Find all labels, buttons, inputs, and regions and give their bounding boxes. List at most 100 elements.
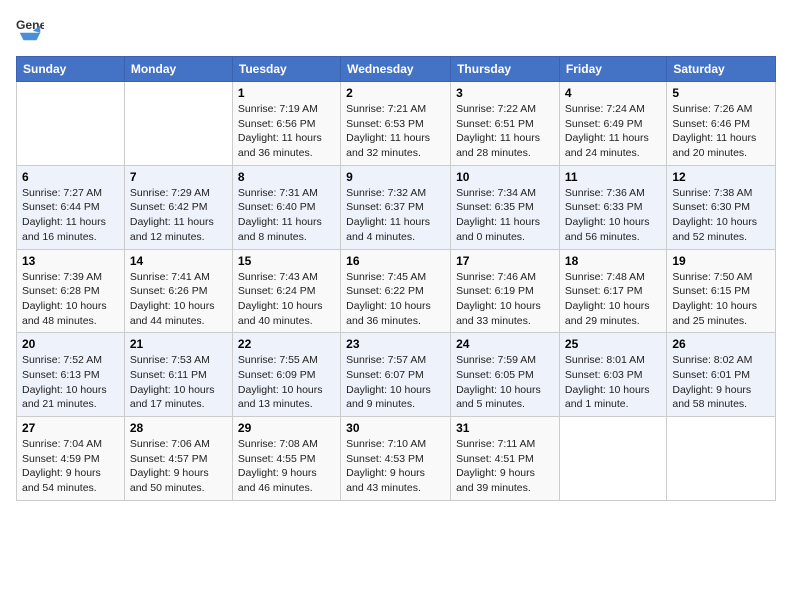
calendar-cell: 4Sunrise: 7:24 AM Sunset: 6:49 PM Daylig… xyxy=(559,82,666,166)
day-info: Sunrise: 7:06 AM Sunset: 4:57 PM Dayligh… xyxy=(130,437,227,496)
day-number: 17 xyxy=(456,254,554,268)
day-number: 25 xyxy=(565,337,661,351)
day-number: 6 xyxy=(22,170,119,184)
day-info: Sunrise: 7:36 AM Sunset: 6:33 PM Dayligh… xyxy=(565,186,661,245)
logo: General xyxy=(16,16,48,44)
calendar-cell: 26 Sunrise: 8:02 AM Sunset: 6:01 PM Dayli… xyxy=(667,333,776,417)
day-number: 31 xyxy=(456,421,554,435)
calendar-cell: 8 Sunrise: 7:31 AM Sunset: 6:40 PM Daylig… xyxy=(232,165,340,249)
page-header: General xyxy=(16,16,776,44)
calendar-cell: 19 Sunrise: 7:50 AM Sunset: 6:15 PM Dayli… xyxy=(667,249,776,333)
day-number: 2 xyxy=(346,86,445,100)
day-number: 28 xyxy=(130,421,227,435)
calendar-cell: 9 Sunrise: 7:32 AM Sunset: 6:37 PM Daylig… xyxy=(341,165,451,249)
calendar-cell: 3Sunrise: 7:22 AM Sunset: 6:51 PM Daylig… xyxy=(451,82,560,166)
day-info: Sunrise: 7:50 AM Sunset: 6:15 PM Dayligh… xyxy=(672,270,770,329)
day-number: 13 xyxy=(22,254,119,268)
day-number: 5 xyxy=(672,86,770,100)
calendar-cell xyxy=(124,82,232,166)
calendar-cell: 21 Sunrise: 7:53 AM Sunset: 6:11 PM Dayli… xyxy=(124,333,232,417)
calendar-cell: 6 Sunrise: 7:27 AM Sunset: 6:44 PM Daylig… xyxy=(17,165,125,249)
day-number: 15 xyxy=(238,254,335,268)
day-info: Sunrise: 7:43 AM Sunset: 6:24 PM Dayligh… xyxy=(238,270,335,329)
calendar-week-row: 6 Sunrise: 7:27 AM Sunset: 6:44 PM Daylig… xyxy=(17,165,776,249)
day-info: Sunrise: 7:11 AM Sunset: 4:51 PM Dayligh… xyxy=(456,437,554,496)
calendar-cell: 30 Sunrise: 7:10 AM Sunset: 4:53 PM Dayli… xyxy=(341,417,451,501)
calendar-cell: 31 Sunrise: 7:11 AM Sunset: 4:51 PM Dayli… xyxy=(451,417,560,501)
weekday-header: Monday xyxy=(124,57,232,82)
day-info: Sunrise: 7:24 AM Sunset: 6:49 PM Dayligh… xyxy=(565,102,661,161)
calendar-week-row: 13 Sunrise: 7:39 AM Sunset: 6:28 PM Dayli… xyxy=(17,249,776,333)
calendar-cell: 17 Sunrise: 7:46 AM Sunset: 6:19 PM Dayli… xyxy=(451,249,560,333)
day-number: 7 xyxy=(130,170,227,184)
day-info: Sunrise: 7:55 AM Sunset: 6:09 PM Dayligh… xyxy=(238,353,335,412)
calendar-week-row: 20 Sunrise: 7:52 AM Sunset: 6:13 PM Dayli… xyxy=(17,333,776,417)
day-info: Sunrise: 7:53 AM Sunset: 6:11 PM Dayligh… xyxy=(130,353,227,412)
day-info: Sunrise: 7:08 AM Sunset: 4:55 PM Dayligh… xyxy=(238,437,335,496)
day-info: Sunrise: 7:45 AM Sunset: 6:22 PM Dayligh… xyxy=(346,270,445,329)
day-info: Sunrise: 7:48 AM Sunset: 6:17 PM Dayligh… xyxy=(565,270,661,329)
weekday-header: Friday xyxy=(559,57,666,82)
day-number: 27 xyxy=(22,421,119,435)
day-info: Sunrise: 7:31 AM Sunset: 6:40 PM Dayligh… xyxy=(238,186,335,245)
calendar-cell: 20 Sunrise: 7:52 AM Sunset: 6:13 PM Dayli… xyxy=(17,333,125,417)
calendar-cell: 22 Sunrise: 7:55 AM Sunset: 6:09 PM Dayli… xyxy=(232,333,340,417)
calendar-cell: 12Sunrise: 7:38 AM Sunset: 6:30 PM Dayli… xyxy=(667,165,776,249)
calendar-cell: 7 Sunrise: 7:29 AM Sunset: 6:42 PM Daylig… xyxy=(124,165,232,249)
calendar-cell xyxy=(17,82,125,166)
weekday-header: Wednesday xyxy=(341,57,451,82)
calendar-cell: 1 Sunrise: 7:19 AM Sunset: 6:56 PM Daylig… xyxy=(232,82,340,166)
day-number: 20 xyxy=(22,337,119,351)
day-info: Sunrise: 7:10 AM Sunset: 4:53 PM Dayligh… xyxy=(346,437,445,496)
day-info: Sunrise: 7:27 AM Sunset: 6:44 PM Dayligh… xyxy=(22,186,119,245)
day-number: 14 xyxy=(130,254,227,268)
day-info: Sunrise: 7:46 AM Sunset: 6:19 PM Dayligh… xyxy=(456,270,554,329)
day-info: Sunrise: 8:02 AM Sunset: 6:01 PM Dayligh… xyxy=(672,353,770,412)
calendar-cell: 24 Sunrise: 7:59 AM Sunset: 6:05 PM Dayli… xyxy=(451,333,560,417)
logo-icon: General xyxy=(16,16,44,44)
day-number: 8 xyxy=(238,170,335,184)
day-number: 1 xyxy=(238,86,335,100)
calendar-cell: 10Sunrise: 7:34 AM Sunset: 6:35 PM Dayli… xyxy=(451,165,560,249)
day-info: Sunrise: 7:22 AM Sunset: 6:51 PM Dayligh… xyxy=(456,102,554,161)
calendar-cell: 16 Sunrise: 7:45 AM Sunset: 6:22 PM Dayli… xyxy=(341,249,451,333)
day-info: Sunrise: 7:19 AM Sunset: 6:56 PM Dayligh… xyxy=(238,102,335,161)
day-number: 18 xyxy=(565,254,661,268)
day-number: 12 xyxy=(672,170,770,184)
day-number: 19 xyxy=(672,254,770,268)
day-info: Sunrise: 7:26 AM Sunset: 6:46 PM Dayligh… xyxy=(672,102,770,161)
day-info: Sunrise: 7:39 AM Sunset: 6:28 PM Dayligh… xyxy=(22,270,119,329)
header-row: SundayMondayTuesdayWednesdayThursdayFrid… xyxy=(17,57,776,82)
day-info: Sunrise: 7:59 AM Sunset: 6:05 PM Dayligh… xyxy=(456,353,554,412)
day-number: 24 xyxy=(456,337,554,351)
day-info: Sunrise: 7:29 AM Sunset: 6:42 PM Dayligh… xyxy=(130,186,227,245)
day-number: 26 xyxy=(672,337,770,351)
weekday-header: Sunday xyxy=(17,57,125,82)
day-info: Sunrise: 7:32 AM Sunset: 6:37 PM Dayligh… xyxy=(346,186,445,245)
day-number: 22 xyxy=(238,337,335,351)
weekday-header: Thursday xyxy=(451,57,560,82)
calendar-cell: 5 Sunrise: 7:26 AM Sunset: 6:46 PM Daylig… xyxy=(667,82,776,166)
day-info: Sunrise: 8:01 AM Sunset: 6:03 PM Dayligh… xyxy=(565,353,661,412)
calendar-cell: 18 Sunrise: 7:48 AM Sunset: 6:17 PM Dayli… xyxy=(559,249,666,333)
day-number: 30 xyxy=(346,421,445,435)
calendar-cell: 15 Sunrise: 7:43 AM Sunset: 6:24 PM Dayli… xyxy=(232,249,340,333)
weekday-header: Tuesday xyxy=(232,57,340,82)
calendar-week-row: 27Sunrise: 7:04 AM Sunset: 4:59 PM Dayli… xyxy=(17,417,776,501)
day-number: 16 xyxy=(346,254,445,268)
calendar-cell: 13 Sunrise: 7:39 AM Sunset: 6:28 PM Dayli… xyxy=(17,249,125,333)
day-info: Sunrise: 7:41 AM Sunset: 6:26 PM Dayligh… xyxy=(130,270,227,329)
day-number: 9 xyxy=(346,170,445,184)
calendar-table: SundayMondayTuesdayWednesdayThursdayFrid… xyxy=(16,56,776,501)
day-info: Sunrise: 7:57 AM Sunset: 6:07 PM Dayligh… xyxy=(346,353,445,412)
day-number: 10 xyxy=(456,170,554,184)
calendar-cell: 23Sunrise: 7:57 AM Sunset: 6:07 PM Dayli… xyxy=(341,333,451,417)
calendar-week-row: 1 Sunrise: 7:19 AM Sunset: 6:56 PM Daylig… xyxy=(17,82,776,166)
calendar-cell: 28 Sunrise: 7:06 AM Sunset: 4:57 PM Dayli… xyxy=(124,417,232,501)
day-number: 29 xyxy=(238,421,335,435)
day-number: 21 xyxy=(130,337,227,351)
day-info: Sunrise: 7:21 AM Sunset: 6:53 PM Dayligh… xyxy=(346,102,445,161)
calendar-cell: 29 Sunrise: 7:08 AM Sunset: 4:55 PM Dayli… xyxy=(232,417,340,501)
day-info: Sunrise: 7:52 AM Sunset: 6:13 PM Dayligh… xyxy=(22,353,119,412)
calendar-cell xyxy=(559,417,666,501)
